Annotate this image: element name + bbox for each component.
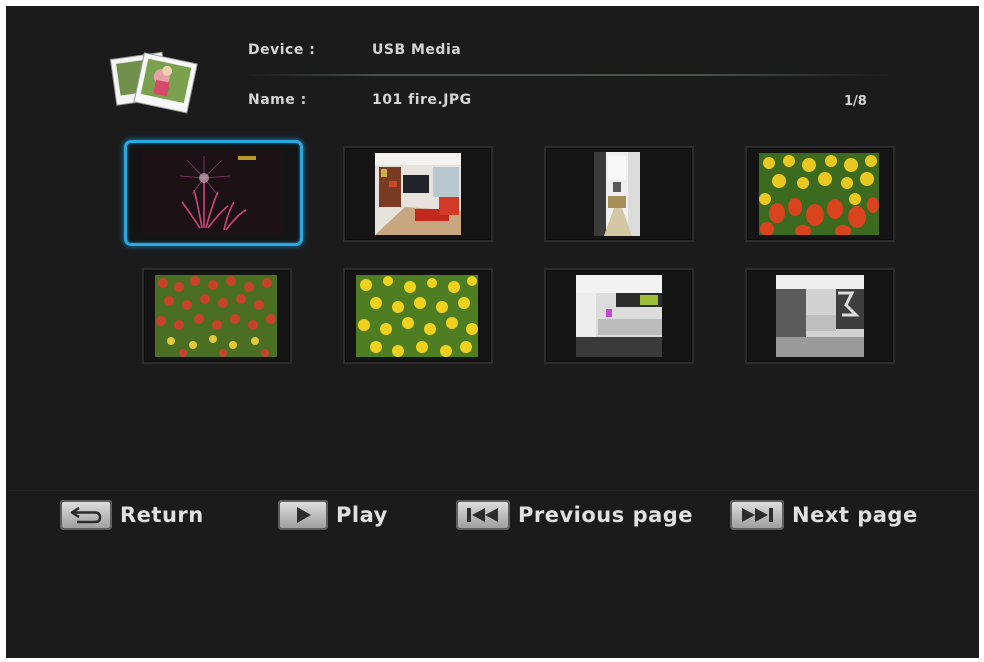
play-label: Play (336, 503, 388, 527)
previous-page-label: Previous page (518, 503, 694, 527)
return-label: Return (120, 503, 204, 527)
file-name-label: Name : (248, 92, 307, 108)
photo-album-icon (109, 51, 198, 114)
return-key (60, 500, 112, 530)
play-key (278, 500, 328, 530)
previous-page-button[interactable]: Previous page (456, 498, 693, 532)
media-browser-screen: Device : USB Media Name : 101 fire.JPG 1… (6, 6, 979, 658)
next-page-button[interactable]: Next page (730, 498, 918, 532)
hallway-image (594, 152, 640, 236)
header-divider (246, 74, 894, 76)
next-page-key (730, 500, 784, 530)
return-button[interactable]: Return (60, 498, 204, 532)
thumbnail-hallway[interactable] (544, 146, 694, 242)
next-page-label: Next page (792, 503, 918, 527)
device-label: Device : (248, 42, 316, 58)
tulip-field-image (759, 153, 879, 235)
thumbnail-living-room[interactable] (343, 146, 493, 242)
living-room-image (375, 153, 461, 235)
tulip-field-image (356, 275, 478, 357)
previous-page-key (456, 500, 510, 530)
kitchen-image (776, 275, 864, 357)
thumbnail-fireworks[interactable] (124, 140, 303, 246)
file-name-value: 101 fire.JPG (372, 92, 472, 108)
thumbnail-kitchen-2[interactable] (745, 268, 895, 364)
fireworks-image (142, 150, 284, 234)
page-counter: 1/8 (844, 94, 867, 109)
footer-divider (6, 490, 979, 491)
thumbnail-tulips-yellow[interactable] (343, 268, 493, 364)
thumbnail-kitchen[interactable] (544, 268, 694, 364)
thumbnail-tulips-mixed[interactable] (745, 146, 895, 242)
play-icon (297, 507, 311, 523)
return-icon (70, 506, 102, 524)
previous-page-icon (467, 508, 498, 522)
tulip-field-image (155, 275, 277, 357)
thumbnail-tulips-red[interactable] (142, 268, 292, 364)
next-page-icon (742, 508, 773, 522)
kitchen-image (576, 275, 662, 357)
play-button[interactable]: Play (278, 498, 388, 532)
device-value: USB Media (372, 42, 462, 58)
